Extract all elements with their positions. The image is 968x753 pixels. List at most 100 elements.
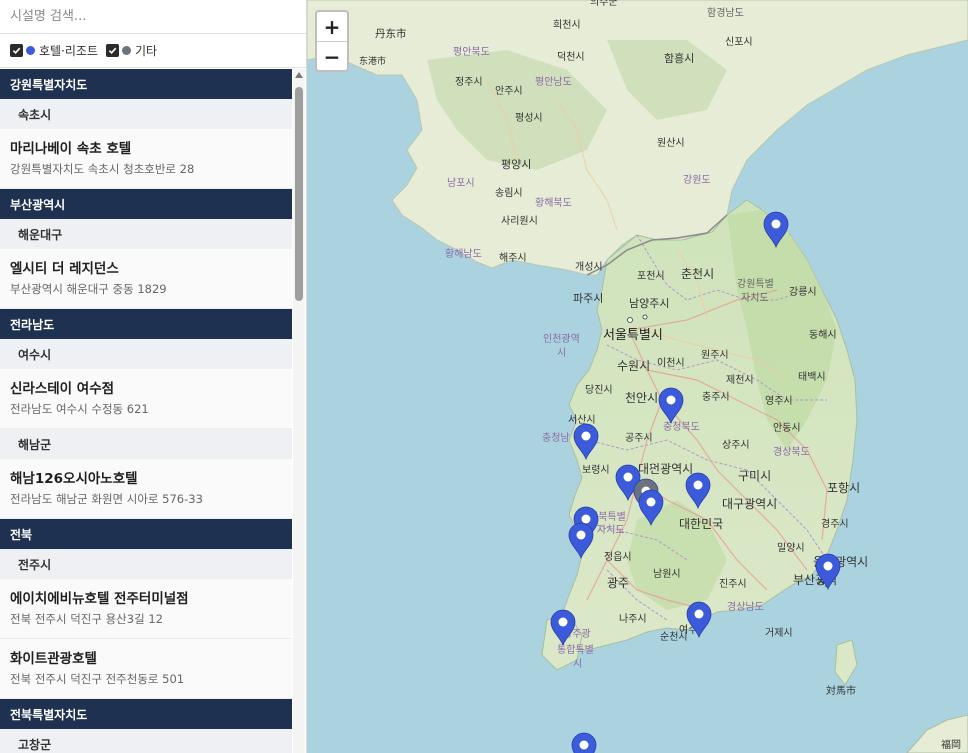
map-label: 개성시 — [575, 261, 603, 273]
list-item[interactable]: 화이트관광호텔 전북 전주시 덕진구 전주천동로 501 — [0, 639, 292, 699]
map-label: 원주시 — [701, 349, 729, 361]
facility-address: 강원특별자치도 속초시 청초호반로 28 — [10, 162, 195, 176]
facility-name: 신라스테이 여수점 — [10, 381, 115, 397]
filter-label: 호텔·리조트 — [39, 44, 99, 58]
region-header: 전북 — [0, 519, 292, 549]
map-label: 구미시 — [738, 469, 771, 483]
map-label: 경상북도 — [773, 445, 810, 458]
scrollbar-thumb[interactable] — [295, 87, 303, 301]
filter-label: 기타 — [135, 44, 158, 58]
map-label: 광주 — [607, 576, 629, 590]
facility-name: 엘시티 더 레지던스 — [10, 261, 119, 277]
map-label: 밀양시 — [777, 542, 805, 554]
map-label: 덕천시 — [557, 51, 585, 63]
map-label: 상주시 — [722, 439, 750, 451]
map-label: 사리원시 — [501, 215, 538, 227]
map-label: 평양시 — [501, 158, 531, 171]
map-label: 남양주시 — [629, 297, 669, 310]
map-label: 서울특별시 — [603, 328, 663, 343]
map-label: 정읍시 — [604, 551, 632, 563]
map-label: 신포시 — [725, 36, 753, 48]
map-view[interactable]: 丹东市 东港市 의주군 희천시 함경남도 신포시 함흥시 평안북도 덕천시 정주… — [307, 0, 968, 753]
map-label: 태백시 — [798, 371, 826, 383]
map-label: 평안남도 — [535, 76, 572, 88]
facility-address: 부산광역시 해운대구 중동 1829 — [10, 282, 167, 296]
search-input[interactable] — [10, 9, 296, 24]
facility-address: 전라남도 해남군 화원면 시아로 576-33 — [10, 492, 203, 506]
map-label: 강원특별 — [737, 278, 774, 290]
city-header: 고창군 — [0, 729, 292, 753]
region-header: 강원특별자치도 — [0, 69, 292, 99]
filter-hotel-resort[interactable]: 호텔·리조트 — [10, 42, 98, 59]
zoom-in-button[interactable]: + — [317, 12, 347, 42]
map-label: 나주시 — [619, 613, 647, 625]
map-label: 안주시 — [495, 85, 523, 97]
map-label: 자치도 — [597, 524, 625, 536]
map-label: 시 — [573, 658, 582, 670]
map-label: 경주시 — [821, 517, 849, 530]
region-header: 부산광역시 — [0, 189, 292, 219]
scroll-up-arrow-icon[interactable] — [295, 72, 303, 78]
map-label: 포항시 — [827, 481, 860, 495]
map-label: 동해시 — [809, 328, 837, 341]
list-item[interactable]: 엘시티 더 레지던스 부산광역시 해운대구 중동 1829 — [0, 249, 292, 309]
map-label: 시 — [557, 347, 566, 359]
list-item[interactable]: 마리나베이 속초 호텔 강원특별자치도 속초시 청초호반로 28 — [0, 129, 292, 189]
map-label: 남원시 — [653, 568, 681, 580]
region-header: 전라남도 — [0, 309, 292, 339]
zoom-out-button[interactable]: − — [317, 42, 347, 71]
map-label: 대한민국 — [679, 517, 723, 531]
facility-name: 해남126오시아노호텔 — [10, 471, 138, 487]
map-label: 福岡 — [941, 738, 961, 751]
filter-other[interactable]: 기타 — [106, 42, 157, 59]
map-label: 丹东市 — [375, 27, 407, 40]
map-label: 송림시 — [495, 187, 523, 199]
map-label: 거제시 — [765, 627, 793, 639]
facility-sidebar: 호텔·리조트 기타 강원특별자치도 속초시 마리나베이 속초 호텔 강원특별자치… — [0, 0, 307, 753]
map-label: 자치도 — [741, 292, 769, 304]
map-label: 충청남 — [542, 432, 570, 444]
map-label: 제천시 — [726, 374, 754, 386]
map-label: 이천시 — [657, 357, 685, 369]
facility-name: 화이트관광호텔 — [10, 651, 97, 667]
map-label: 진주시 — [719, 578, 747, 590]
map-label: 통합특별 — [557, 644, 594, 656]
map-label: 당진시 — [585, 384, 613, 396]
facility-name: 마리나베이 속초 호텔 — [10, 141, 132, 157]
map-label: 충청북도 — [663, 421, 700, 433]
map-label: 평성시 — [515, 112, 543, 124]
search-box — [0, 0, 306, 34]
map-label: 포천시 — [637, 270, 665, 282]
city-header: 해운대구 — [0, 219, 292, 249]
map-label: 공주시 — [625, 432, 653, 444]
map-label: 춘천시 — [681, 266, 714, 281]
map-label: 함경남도 — [707, 6, 744, 19]
checkbox-checked-icon[interactable] — [106, 44, 120, 57]
city-header: 전주시 — [0, 549, 292, 579]
map-label: 황해남도 — [445, 247, 482, 260]
facility-address: 전라남도 여수시 수정동 621 — [10, 402, 149, 416]
hotel-color-dot-icon — [26, 46, 35, 55]
map-label: 대전광역시 — [638, 462, 693, 476]
list-scrollbar[interactable] — [293, 69, 305, 753]
region-header: 전북특별자치도 — [0, 699, 292, 729]
map-label: 천안시 — [625, 390, 658, 405]
map-label: 의주군 — [590, 0, 618, 8]
map-label: 함흥시 — [664, 51, 694, 65]
checkbox-checked-icon[interactable] — [10, 44, 23, 57]
map-label: 파주시 — [573, 292, 603, 305]
map-label: 해주시 — [499, 251, 527, 264]
map-label: 서산시 — [568, 414, 596, 426]
map-canvas[interactable]: 丹东市 东港市 의주군 희천시 함경남도 신포시 함흥시 평안북도 덕천시 정주… — [307, 0, 968, 753]
list-item[interactable]: 신라스테이 여수점 전라남도 여수시 수정동 621 — [0, 369, 292, 429]
map-label: 강릉시 — [789, 286, 817, 298]
hotel-marker-icon[interactable] — [571, 732, 597, 753]
map-label: 경상남도 — [727, 600, 764, 613]
list-item[interactable]: 에이치에비뉴호텔 전주터미널점 전북 전주시 덕진구 용산3길 12 — [0, 579, 292, 639]
map-label: 황해북도 — [535, 196, 572, 209]
facility-name: 에이치에비뉴호텔 전주터미널점 — [10, 591, 189, 607]
map-label: 수원시 — [617, 359, 650, 373]
list-item[interactable]: 해남126오시아노호텔 전라남도 해남군 화원면 시아로 576-33 — [0, 459, 292, 519]
map-label: 충주시 — [702, 391, 730, 403]
city-header: 여수시 — [0, 339, 292, 369]
